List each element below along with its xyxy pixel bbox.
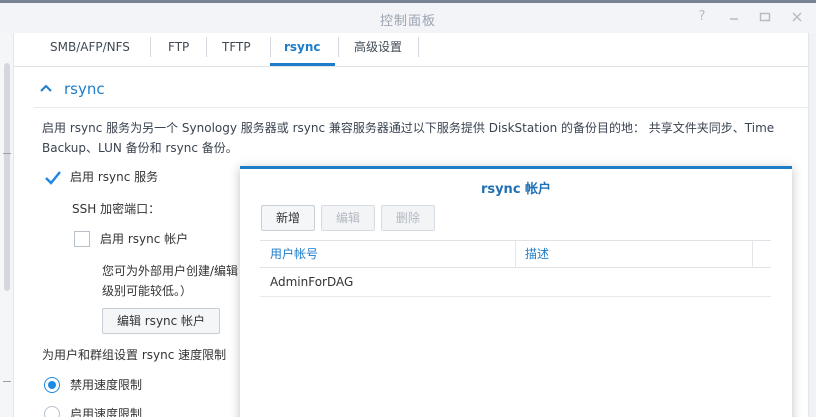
radio-selected-icon[interactable] <box>44 376 60 393</box>
dialog-title: rsync 帐户 <box>480 182 552 197</box>
description-line: 启用 rsync 服务为另一个 Synology 服务器或 rsync 兼容服务… <box>42 121 775 135</box>
cell-user: AdminForDAG <box>270 275 354 289</box>
section-header-rsync[interactable]: rsync <box>40 80 105 98</box>
delete-button[interactable]: 删除 <box>381 205 435 231</box>
right-scroll-edge <box>808 33 816 417</box>
radio-disable-speed-limit[interactable]: 禁用速度限制 <box>44 376 142 393</box>
tab-separator <box>206 37 207 57</box>
enable-account-checkbox-row[interactable]: 启用 rsync 帐户 <box>74 230 188 247</box>
enable-account-label: 启用 rsync 帐户 <box>100 232 189 246</box>
column-separator[interactable] <box>752 241 753 267</box>
radio-label: 禁用速度限制 <box>70 378 143 392</box>
radio-label: 启用速度限制 <box>70 407 143 417</box>
sidebar-scrollbar[interactable] <box>4 63 10 291</box>
minimize-icon[interactable] <box>726 9 742 25</box>
account-note-line: 级别可能较低。） <box>102 284 193 298</box>
sidebar-tick-mark <box>3 381 11 382</box>
sidebar-tick-mark <box>3 153 11 154</box>
radio-enable-speed-limit[interactable]: 启用速度限制 <box>44 405 142 417</box>
tab-separator <box>418 37 419 57</box>
edit-rsync-account-button[interactable]: 编辑 rsync 帐户 <box>102 308 220 334</box>
ssh-port-label: SSH 加密端口： <box>72 202 161 216</box>
checkbox-unchecked-icon[interactable] <box>74 230 90 247</box>
tab-ftp[interactable]: FTP <box>154 33 203 66</box>
column-header-description[interactable]: 描述 <box>525 241 549 267</box>
add-button[interactable]: 新增 <box>261 205 315 231</box>
tab-rsync[interactable]: rsync <box>270 33 335 66</box>
account-note-line: 您可为外部用户创建/编辑 <box>102 264 239 278</box>
tab-smb-afp-nfs[interactable]: SMB/AFP/NFS <box>36 33 144 66</box>
rsync-account-dialog: rsync 帐户 新增 编辑 删除 用户帐号 描述 AdminForDAG <box>240 166 792 417</box>
help-icon[interactable]: ? <box>694 9 710 25</box>
tab-separator <box>338 37 339 57</box>
table-row[interactable]: AdminForDAG <box>260 268 771 297</box>
left-sidebar-strip <box>0 33 14 417</box>
maximize-icon[interactable] <box>757 9 773 25</box>
radio-unselected-icon[interactable] <box>44 405 60 417</box>
column-separator[interactable] <box>515 241 516 267</box>
rsync-description: 启用 rsync 服务为另一个 Synology 服务器或 rsync 兼容服务… <box>42 118 812 158</box>
close-icon[interactable] <box>789 9 805 25</box>
tab-separator <box>150 37 151 57</box>
section-divider <box>34 107 808 108</box>
tab-tftp[interactable]: TFTP <box>208 33 265 66</box>
tab-advanced-settings[interactable]: 高级设置 <box>340 33 416 66</box>
window-titlebar: 控制面板 ? <box>0 3 816 33</box>
chevron-up-icon[interactable] <box>40 79 52 92</box>
section-title: rsync <box>64 80 105 98</box>
enable-rsync-checkbox-row[interactable]: 启用 rsync 服务 <box>44 168 158 185</box>
column-header-user[interactable]: 用户帐号 <box>270 241 318 267</box>
speed-limit-label: 为用户和群组设置 rsync 速度限制 <box>42 348 227 362</box>
tab-bar: SMB/AFP/NFS FTP TFTP rsync 高级设置 <box>14 33 808 67</box>
grid-header: 用户帐号 描述 <box>260 240 771 268</box>
enable-rsync-label: 启用 rsync 服务 <box>70 170 159 184</box>
edit-button[interactable]: 编辑 <box>321 205 375 231</box>
checkbox-checked-icon[interactable] <box>44 169 61 185</box>
description-line: Backup、LUN 备份和 rsync 备份。 <box>42 141 238 155</box>
